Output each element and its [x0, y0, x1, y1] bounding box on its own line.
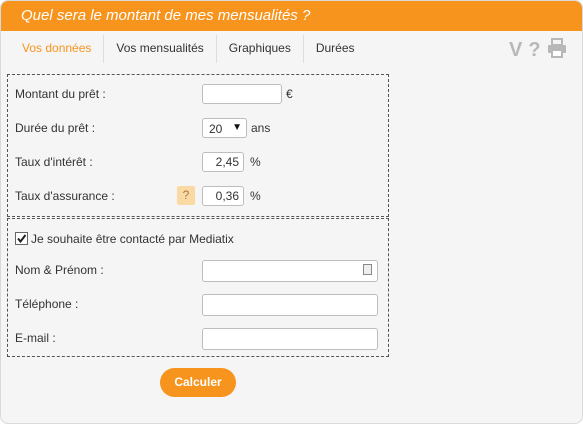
- tab-bar: Vos données Vos mensualités Graphiques D…: [10, 35, 367, 63]
- duration-unit: ans: [251, 121, 271, 135]
- rate-unit: %: [250, 155, 261, 169]
- tab-graphiques[interactable]: Graphiques: [217, 35, 304, 63]
- phone-input[interactable]: [202, 294, 378, 316]
- chevron-down-icon: ▼: [232, 122, 242, 133]
- amount-label: Montant du prêt :: [15, 87, 106, 101]
- duration-select[interactable]: 20 ▼: [202, 118, 247, 138]
- email-label: E-mail :: [15, 331, 56, 345]
- duration-value: 20: [209, 122, 223, 136]
- page-title: Quel sera le montant de mes mensualités …: [21, 7, 311, 24]
- contact-checkbox-label: Je souhaite être contacté par Mediatix: [31, 232, 234, 246]
- header-bar: Quel sera le montant de mes mensualités …: [1, 1, 582, 31]
- printer-icon[interactable]: [547, 38, 567, 62]
- name-label: Nom & Prénom :: [15, 263, 104, 277]
- tab-durees[interactable]: Durées: [304, 35, 367, 63]
- contact-panel: Je souhaite être contacté par Mediatix N…: [7, 218, 389, 357]
- phone-label: Téléphone :: [15, 297, 79, 311]
- insurance-label: Taux d'assurance :: [15, 189, 115, 203]
- help-icon[interactable]: ?: [528, 40, 540, 60]
- contact-card-icon: [363, 264, 372, 275]
- tab-vos-donnees[interactable]: Vos données: [10, 35, 105, 63]
- rate-label: Taux d'intérêt :: [15, 155, 93, 169]
- loan-panel: Montant du prêt : € Durée du prêt : 20 ▼…: [7, 74, 389, 217]
- tab-vos-mensualites[interactable]: Vos mensualités: [104, 35, 217, 63]
- insurance-unit: %: [250, 189, 261, 203]
- calculate-button[interactable]: Calculer: [160, 368, 236, 397]
- calculator-widget: Quel sera le montant de mes mensualités …: [0, 0, 583, 424]
- toolbar: V ?: [509, 38, 567, 62]
- name-input[interactable]: [202, 260, 378, 282]
- insurance-input[interactable]: [202, 186, 244, 206]
- contact-checkbox[interactable]: [15, 232, 28, 245]
- email-input[interactable]: [202, 328, 378, 350]
- amount-unit: €: [286, 87, 293, 101]
- rate-input[interactable]: [202, 152, 244, 172]
- v-icon[interactable]: V: [509, 40, 522, 60]
- duration-label: Durée du prêt :: [15, 121, 96, 135]
- amount-input[interactable]: [202, 84, 282, 104]
- insurance-help-button[interactable]: ?: [177, 186, 195, 205]
